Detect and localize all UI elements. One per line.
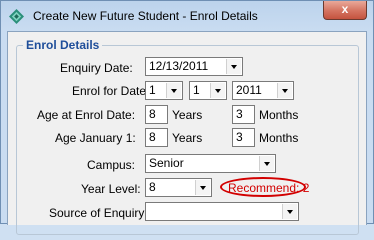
window-title: Create New Future Student - Enrol Detail… <box>33 9 258 23</box>
age-at-enrol-label: Age at Enrol Date: <box>37 108 136 122</box>
chevron-down-icon[interactable] <box>282 204 297 219</box>
age-january-years-unit: Years <box>172 131 203 145</box>
age-january-years-field[interactable]: 8 <box>145 128 168 147</box>
enrol-year-select[interactable]: 2011 <box>232 81 294 100</box>
year-level-value: 8 <box>149 180 156 194</box>
chevron-down-icon[interactable] <box>210 83 225 98</box>
close-button[interactable]: x <box>323 1 367 20</box>
age-at-enrol-months-field[interactable]: 3 <box>232 105 255 124</box>
enrol-for-date-label: Enrol for Date: <box>72 84 150 98</box>
age-january-label: Age January 1: <box>55 131 136 145</box>
app-diamond-icon <box>9 9 24 24</box>
enquiry-date-value: 12/13/2011 <box>149 59 209 73</box>
year-level-label: Year Level: <box>81 182 141 196</box>
enrol-month-value: 1 <box>193 83 200 97</box>
age-at-enrol-months-unit: Months <box>259 108 299 122</box>
year-level-select[interactable]: 8 <box>145 178 212 197</box>
campus-label: Campus: <box>87 158 136 172</box>
enrol-day-select[interactable]: 1 <box>145 81 183 100</box>
group-title: Enrol Details <box>23 38 103 52</box>
age-at-enrol-years-unit: Years <box>172 108 203 122</box>
enrol-day-value: 1 <box>149 83 156 97</box>
enrol-details-window: Create New Future Student - Enrol Detail… <box>0 0 374 235</box>
chevron-down-icon[interactable] <box>277 83 292 98</box>
recommend-highlight-ellipse <box>220 177 306 197</box>
chevron-down-icon[interactable] <box>195 180 210 195</box>
source-of-enquiry-select[interactable] <box>145 202 299 221</box>
enrol-year-value: 2011 <box>236 83 262 97</box>
age-at-enrol-years-field[interactable]: 8 <box>145 105 168 124</box>
chevron-down-icon[interactable] <box>259 156 274 171</box>
chevron-down-icon[interactable] <box>166 83 181 98</box>
source-of-enquiry-label: Source of Enquiry: <box>49 206 148 220</box>
title-bar[interactable]: Create New Future Student - Enrol Detail… <box>1 1 373 31</box>
campus-value: Senior <box>149 156 184 170</box>
chevron-down-icon[interactable] <box>226 59 241 74</box>
campus-select[interactable]: Senior <box>145 154 276 173</box>
enrol-month-select[interactable]: 1 <box>189 81 227 100</box>
age-january-months-field[interactable]: 3 <box>232 128 255 147</box>
enquiry-date-label: Enquiry Date: <box>60 61 133 75</box>
enquiry-date-picker[interactable]: 12/13/2011 <box>145 57 243 76</box>
age-january-months-unit: Months <box>259 131 299 145</box>
